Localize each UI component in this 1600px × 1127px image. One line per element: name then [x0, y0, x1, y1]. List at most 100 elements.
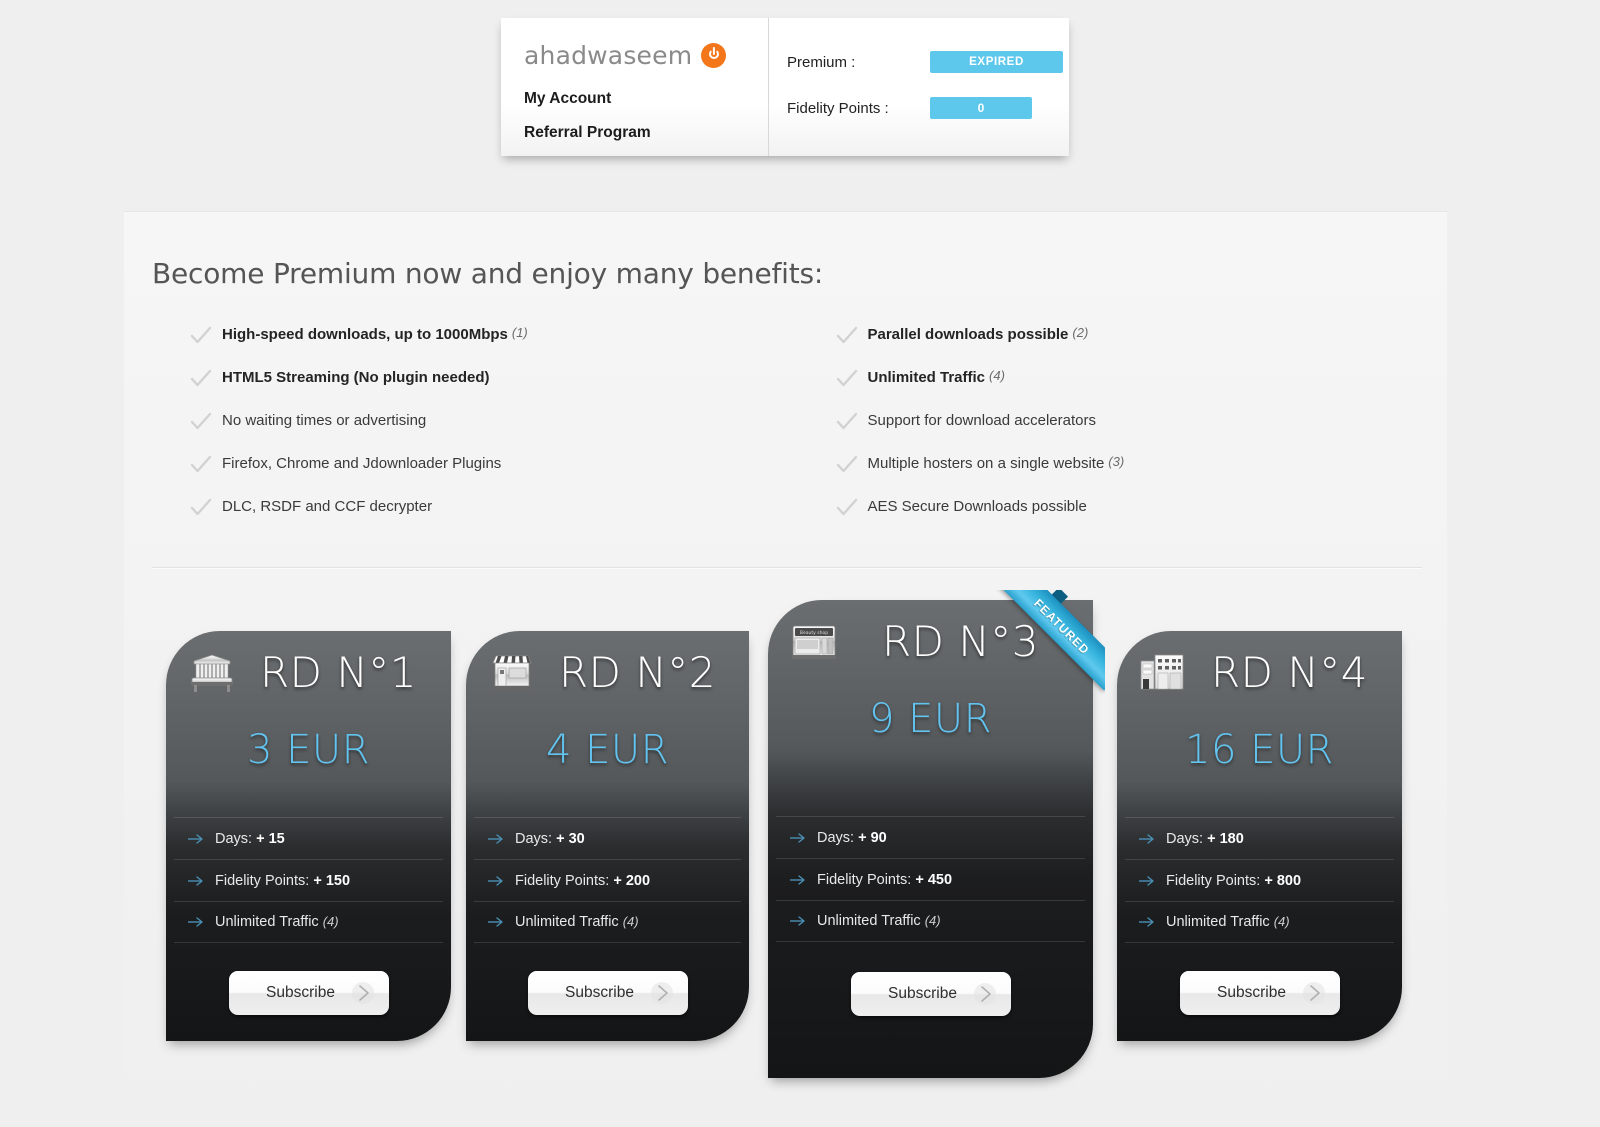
plan-feature-text: Unlimited Traffic (4) [515, 914, 639, 930]
subscribe-button[interactable]: Subscribe [228, 971, 389, 1015]
plan-feature-value: + 15 [256, 830, 285, 847]
benefit-footnote: (4) [989, 368, 1005, 383]
benefits-column-right: Parallel downloads possible (2) Unlimited … [786, 325, 1448, 540]
pricing-card-4[interactable]: RD N°4 16 EUR Days: + 180 Fidelity Points: … [1117, 631, 1402, 1041]
pricing-card-header: RD N°2 [466, 631, 749, 705]
benefit-footnote: (3) [1108, 454, 1125, 469]
plan-feature-value: + 800 [1264, 872, 1302, 889]
plan-feature-value: + 30 [556, 830, 585, 847]
plan-feature-label: Unlimited Traffic [215, 914, 323, 930]
plan-price: 9 EUR [868, 696, 992, 742]
plan-feature-value: + 180 [1207, 830, 1244, 847]
plan-feature-list: Days: + 15 Fidelity Points: + 150 Unlimite… [174, 817, 443, 943]
benefit-item: Unlimited Traffic (4) [836, 368, 1448, 411]
benefit-label: AES Secure Downloads possible [867, 498, 1087, 515]
benefit-footnote: (1) [511, 325, 528, 340]
subscribe-button-wrap: Subscribe [166, 971, 451, 1015]
benefit-label: HTML5 Streaming (No plugin needed) [222, 369, 490, 386]
benefit-label: No waiting times or advertising [222, 412, 427, 429]
account-link-my-account[interactable]: My Account [524, 90, 768, 108]
plan-feature-row: Unlimited Traffic (4) [174, 901, 443, 943]
plan-price: 16 EUR [1185, 727, 1334, 773]
brand-name: ahadwaseem [524, 40, 693, 70]
plan-feature-text: Days: + 90 [817, 830, 887, 846]
subscribe-button[interactable]: Subscribe [850, 972, 1011, 1016]
brand-row: ahadwaseem [524, 38, 768, 72]
plan-title: RD N°4 [1210, 647, 1368, 697]
plan-feature-text: Fidelity Points: + 450 [817, 872, 952, 888]
benefit-label: Unlimited Traffic [867, 369, 986, 386]
plan-title: RD N°3 [881, 616, 1039, 666]
premium-label: Premium : [787, 53, 856, 71]
benefit-item: Firefox, Chrome and Jdownloader Plugins [190, 454, 786, 497]
subscribe-button[interactable]: Subscribe [1179, 971, 1340, 1015]
plan-feature-text: Unlimited Traffic (4) [817, 913, 941, 929]
arrow-right-icon [790, 915, 807, 927]
plan-feature-list: Days: + 90 Fidelity Points: + 450 Unlimite… [776, 816, 1085, 942]
checkmark-icon [190, 412, 212, 432]
arrow-right-icon [188, 916, 205, 928]
checkmark-icon [836, 326, 858, 346]
plan-price: 3 EUR [246, 727, 370, 773]
plan-feature-note: (4) [1273, 914, 1290, 929]
checkmark-icon [836, 455, 858, 475]
plan-feature-row: Days: + 180 [1125, 817, 1394, 859]
arrow-right-icon [1139, 916, 1156, 928]
plan-feature-text: Fidelity Points: + 150 [215, 873, 350, 889]
checkmark-icon [836, 369, 858, 389]
benefit-item: HTML5 Streaming (No plugin needed) [190, 368, 786, 411]
account-link-referral-program[interactable]: Referral Program [524, 124, 768, 142]
plan-feature-label: Unlimited Traffic [817, 913, 925, 929]
plan-price: 4 EUR [545, 727, 669, 773]
plan-feature-row: Fidelity Points: + 800 [1125, 859, 1394, 901]
plan-feature-text: Days: + 15 [215, 831, 285, 847]
pricing-card-1[interactable]: RD N°1 3 EUR Days: + 15 Fidelity Points: + … [166, 631, 451, 1041]
pricing-card-3[interactable]: FEATURED Beauty shop RD N°3 9 EUR Days: + 90… [768, 590, 1105, 1078]
plan-feature-label: Days: [215, 830, 257, 847]
chevron-right-icon [1302, 981, 1326, 1005]
arrow-right-icon [488, 916, 505, 928]
plan-feature-row: Fidelity Points: + 450 [776, 858, 1085, 900]
plan-feature-list: Days: + 30 Fidelity Points: + 200 Unlimite… [474, 817, 741, 943]
pricing-card-2[interactable]: RD N°2 4 EUR Days: + 30 Fidelity Points: + … [466, 631, 749, 1041]
power-icon[interactable] [701, 42, 727, 68]
checkmark-icon [190, 455, 212, 475]
arrow-right-icon [790, 832, 807, 844]
arrow-right-icon [188, 875, 205, 887]
plan-feature-label: Unlimited Traffic [515, 914, 623, 930]
checkmark-icon [836, 498, 858, 518]
fidelity-points-label: Fidelity Points : [787, 99, 889, 117]
pricing-card-header: RD N°4 [1117, 631, 1402, 705]
plan-feature-label: Fidelity Points: [215, 872, 314, 889]
plan-feature-note: (4) [622, 914, 639, 929]
plan-feature-label: Days: [817, 829, 859, 846]
benefit-item: No waiting times or advertising [190, 411, 786, 454]
subscribe-button-wrap: Subscribe [466, 971, 749, 1015]
plan-title: RD N°2 [558, 647, 716, 697]
plan-feature-row: Days: + 15 [174, 817, 443, 859]
premium-status-row: Premium : EXPIRED [787, 50, 1069, 74]
account-panel: ahadwaseem My Account Referral Program P… [501, 18, 1069, 156]
checkmark-icon [190, 369, 212, 389]
plan-feature-value: + 450 [915, 871, 953, 888]
benefit-label: Firefox, Chrome and Jdownloader Plugins [222, 455, 502, 472]
benefit-label: High-speed downloads, up to 1000Mbps [222, 326, 508, 343]
arrow-right-icon [790, 874, 807, 886]
checkmark-icon [190, 498, 212, 518]
benefit-item: Parallel downloads possible (2) [836, 325, 1448, 368]
plan-title: RD N°1 [259, 647, 417, 697]
benefit-label: Support for download accelerators [867, 412, 1096, 429]
subscribe-button[interactable]: Subscribe [527, 971, 688, 1015]
plan-feature-label: Fidelity Points: [1166, 872, 1265, 889]
plan-feature-value: + 90 [858, 829, 887, 846]
benefits-column-left: High-speed downloads, up to 1000Mbps (1) H… [124, 325, 786, 540]
plan-feature-label: Fidelity Points: [817, 871, 916, 888]
plan-feature-row: Fidelity Points: + 150 [174, 859, 443, 901]
svg-text:Beauty shop: Beauty shop [800, 630, 828, 636]
fidelity-points-badge: 0 [930, 97, 1032, 119]
benefit-item: AES Secure Downloads possible [836, 497, 1448, 540]
fidelity-points-row: Fidelity Points : 0 [787, 96, 1069, 120]
pricing-card-header: RD N°1 [166, 631, 451, 705]
chevron-right-icon [973, 982, 997, 1006]
arrow-right-icon [1139, 875, 1156, 887]
